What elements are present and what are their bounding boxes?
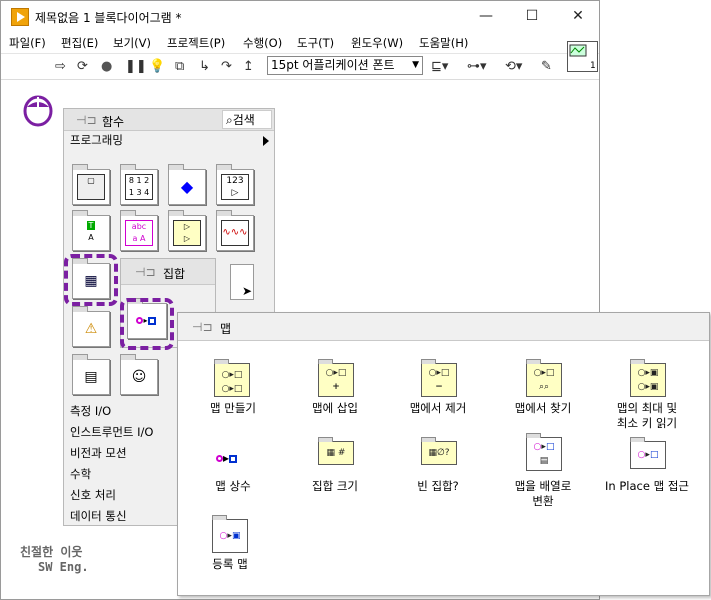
menu-edit[interactable]: 편집(E) — [61, 35, 98, 51]
watermark: 친절한 이웃 SW Eng. — [20, 545, 110, 575]
in-place-map-access-label: In Place 맵 접근 — [605, 479, 689, 493]
menu-operate[interactable]: 수행(O) — [243, 35, 282, 51]
boolean-icon[interactable]: TA — [72, 210, 110, 251]
svg-text:1: 1 — [590, 61, 596, 71]
empty-collection-label: 빈 집합? — [417, 479, 459, 493]
collections-palette-title: 집합 — [163, 267, 186, 281]
chevron-down-icon: ▼ — [412, 60, 419, 70]
maps-palette: ⊣⊐ 맵 ○▸□ ○▸□ 맵 만들기 ○▸□ + 맵에 삽입 ○▸□ − 맵에서 제거… — [177, 312, 710, 596]
string-icon[interactable]: abc a A — [120, 210, 158, 251]
map-max-min-keys-label: 맵의 최대 및 최소 키 읽기 — [616, 401, 678, 430]
category-data-communication[interactable]: 데이터 통신 — [70, 508, 127, 524]
step-over-icon[interactable]: ↷ — [221, 58, 232, 76]
timing-icon[interactable]: ∿∿∿ — [216, 210, 254, 251]
structures-icon[interactable]: ▢ — [72, 164, 110, 205]
category-measurement-io[interactable]: 측정 I/O — [70, 403, 111, 419]
in-place-map-access-icon[interactable]: ○▸□ — [630, 437, 666, 469]
array-icon[interactable]: 8 1 21 3 4 — [120, 164, 158, 205]
title-bar: 제목없음 1 블록다이어그램 * — ☐ ✕ — [1, 1, 599, 33]
menu-bar: 파일(F) 편집(E) 보기(V) 프로젝트(P) 수행(O) 도구(T) 윈도… — [1, 33, 599, 53]
search-icon: ⌕ — [226, 113, 233, 127]
distribute-objects-icon[interactable]: ⊶▾ — [467, 58, 487, 76]
pause-button[interactable]: ❚❚ — [125, 58, 147, 76]
empty-collection-icon[interactable]: ▦∅? — [421, 437, 457, 465]
look-in-map-label: 맵에서 찾기 — [514, 401, 572, 415]
vi-connector-icon[interactable]: 1 — [567, 41, 598, 72]
remove-from-map-icon[interactable]: ○▸□ − — [421, 359, 457, 397]
maps-palette-header: ⊣⊐ 맵 — [178, 313, 709, 341]
palette-title: 함수 — [102, 115, 125, 129]
window-title: 제목없음 1 블록다이어그램 * — [35, 11, 182, 25]
insert-into-map-icon[interactable]: ○▸□ + — [318, 359, 354, 397]
category-mathematics[interactable]: 수학 — [70, 466, 91, 482]
pin-icon[interactable]: ⊣⊐ — [76, 113, 97, 127]
map-constant-label: 맵 상수 — [215, 479, 251, 493]
mouse-cursor-icon — [23, 95, 53, 127]
menu-view[interactable]: 보기(V) — [113, 35, 151, 51]
pin-icon[interactable]: ⊣⊐ — [135, 265, 156, 279]
watermark-line2: SW Eng. — [38, 560, 89, 574]
reorder-icon[interactable]: ⟲▾ — [505, 58, 522, 76]
pin-icon[interactable]: ⊣⊐ — [192, 320, 213, 334]
build-map-label: 맵 만들기 — [210, 401, 256, 415]
map-to-array-label: 맵을 배열로 변환 — [514, 479, 572, 508]
search-button[interactable]: ⌕검색 — [222, 110, 272, 129]
align-objects-icon[interactable]: ⊑▾ — [431, 58, 448, 76]
menu-tools[interactable]: 도구(T) — [297, 35, 334, 51]
category-instrument-io[interactable]: 인스트루먼트 I/O — [70, 424, 153, 440]
search-label: 검색 — [232, 113, 255, 127]
font-selector[interactable]: 15pt 어플리케이션 폰트 ▼ — [267, 56, 423, 75]
collections-palette-header: ⊣⊐ 집합 — [121, 259, 215, 285]
highlight-execution-button[interactable]: 💡 — [149, 58, 165, 76]
maximize-button[interactable]: ☐ — [517, 5, 547, 27]
toolbar-divider — [1, 79, 599, 80]
registration-map-label: 등록 맵 — [212, 557, 248, 571]
map-to-array-icon[interactable]: ○▸□ ▤ — [526, 433, 562, 471]
mouse-pointer-icon: ➤ — [242, 284, 253, 298]
programming-subpalette-label[interactable]: 프로그래밍 — [70, 132, 123, 148]
file-io-icon[interactable]: ▤ — [72, 354, 110, 395]
close-button[interactable]: ✕ — [563, 5, 593, 27]
remove-from-map-label: 맵에서 제거 — [409, 401, 467, 415]
retain-wire-values-icon[interactable]: ⧉ — [175, 58, 184, 76]
map-max-min-keys-icon[interactable]: ○▸▣ ○▸▣ — [630, 359, 666, 397]
menu-window[interactable]: 윈도우(W) — [351, 35, 403, 51]
collection-size-label: 집합 크기 — [312, 479, 358, 493]
highlight-collections — [64, 254, 118, 306]
look-in-map-icon[interactable]: ○▸□ ⌕⌕ — [526, 359, 562, 397]
cleanup-diagram-icon[interactable]: ✎ — [541, 58, 552, 76]
waveform-icon[interactable]: ☺ — [120, 354, 158, 395]
category-vision-motion[interactable]: 비전과 모션 — [70, 445, 127, 461]
comparison-icon[interactable]: ▷ ▷ — [168, 210, 206, 251]
labview-icon — [11, 8, 29, 26]
maps-palette-title: 맵 — [220, 322, 232, 336]
collection-size-icon[interactable]: ▦ # — [318, 437, 354, 465]
step-out-icon[interactable]: ↥ — [243, 58, 254, 76]
run-continuously-button[interactable]: ⟳ — [77, 58, 88, 76]
menu-file[interactable]: 파일(F) — [9, 35, 46, 51]
menu-help[interactable]: 도움말(H) — [419, 35, 468, 51]
build-map-icon[interactable]: ○▸□ ○▸□ — [214, 359, 250, 397]
step-into-icon[interactable]: ↳ — [199, 58, 210, 76]
minimize-button[interactable]: — — [471, 5, 501, 27]
watermark-line1: 친절한 이웃 — [20, 545, 83, 559]
highlight-maps — [120, 298, 174, 350]
expand-triangle-icon[interactable] — [263, 136, 269, 146]
registration-map-icon[interactable]: ○▸▣ — [212, 515, 248, 553]
font-selector-value: 15pt 어플리케이션 폰트 — [271, 58, 395, 72]
palette-header: ⊣⊐ 함수 ⌕검색 — [64, 109, 274, 131]
insert-into-map-label: 맵에 삽입 — [312, 401, 358, 415]
numeric-icon[interactable]: 123 ▷ — [216, 164, 254, 205]
map-constant-icon[interactable]: ▸ — [216, 451, 238, 465]
run-button[interactable]: ⇨ — [55, 58, 66, 76]
dialog-user-interface-icon[interactable]: ⚠ — [72, 306, 110, 347]
cluster-class-variant-icon[interactable]: ◆ — [168, 164, 206, 205]
abort-button[interactable]: ● — [101, 58, 112, 76]
menu-project[interactable]: 프로젝트(P) — [167, 35, 225, 51]
category-signal-processing[interactable]: 신호 처리 — [70, 487, 116, 503]
